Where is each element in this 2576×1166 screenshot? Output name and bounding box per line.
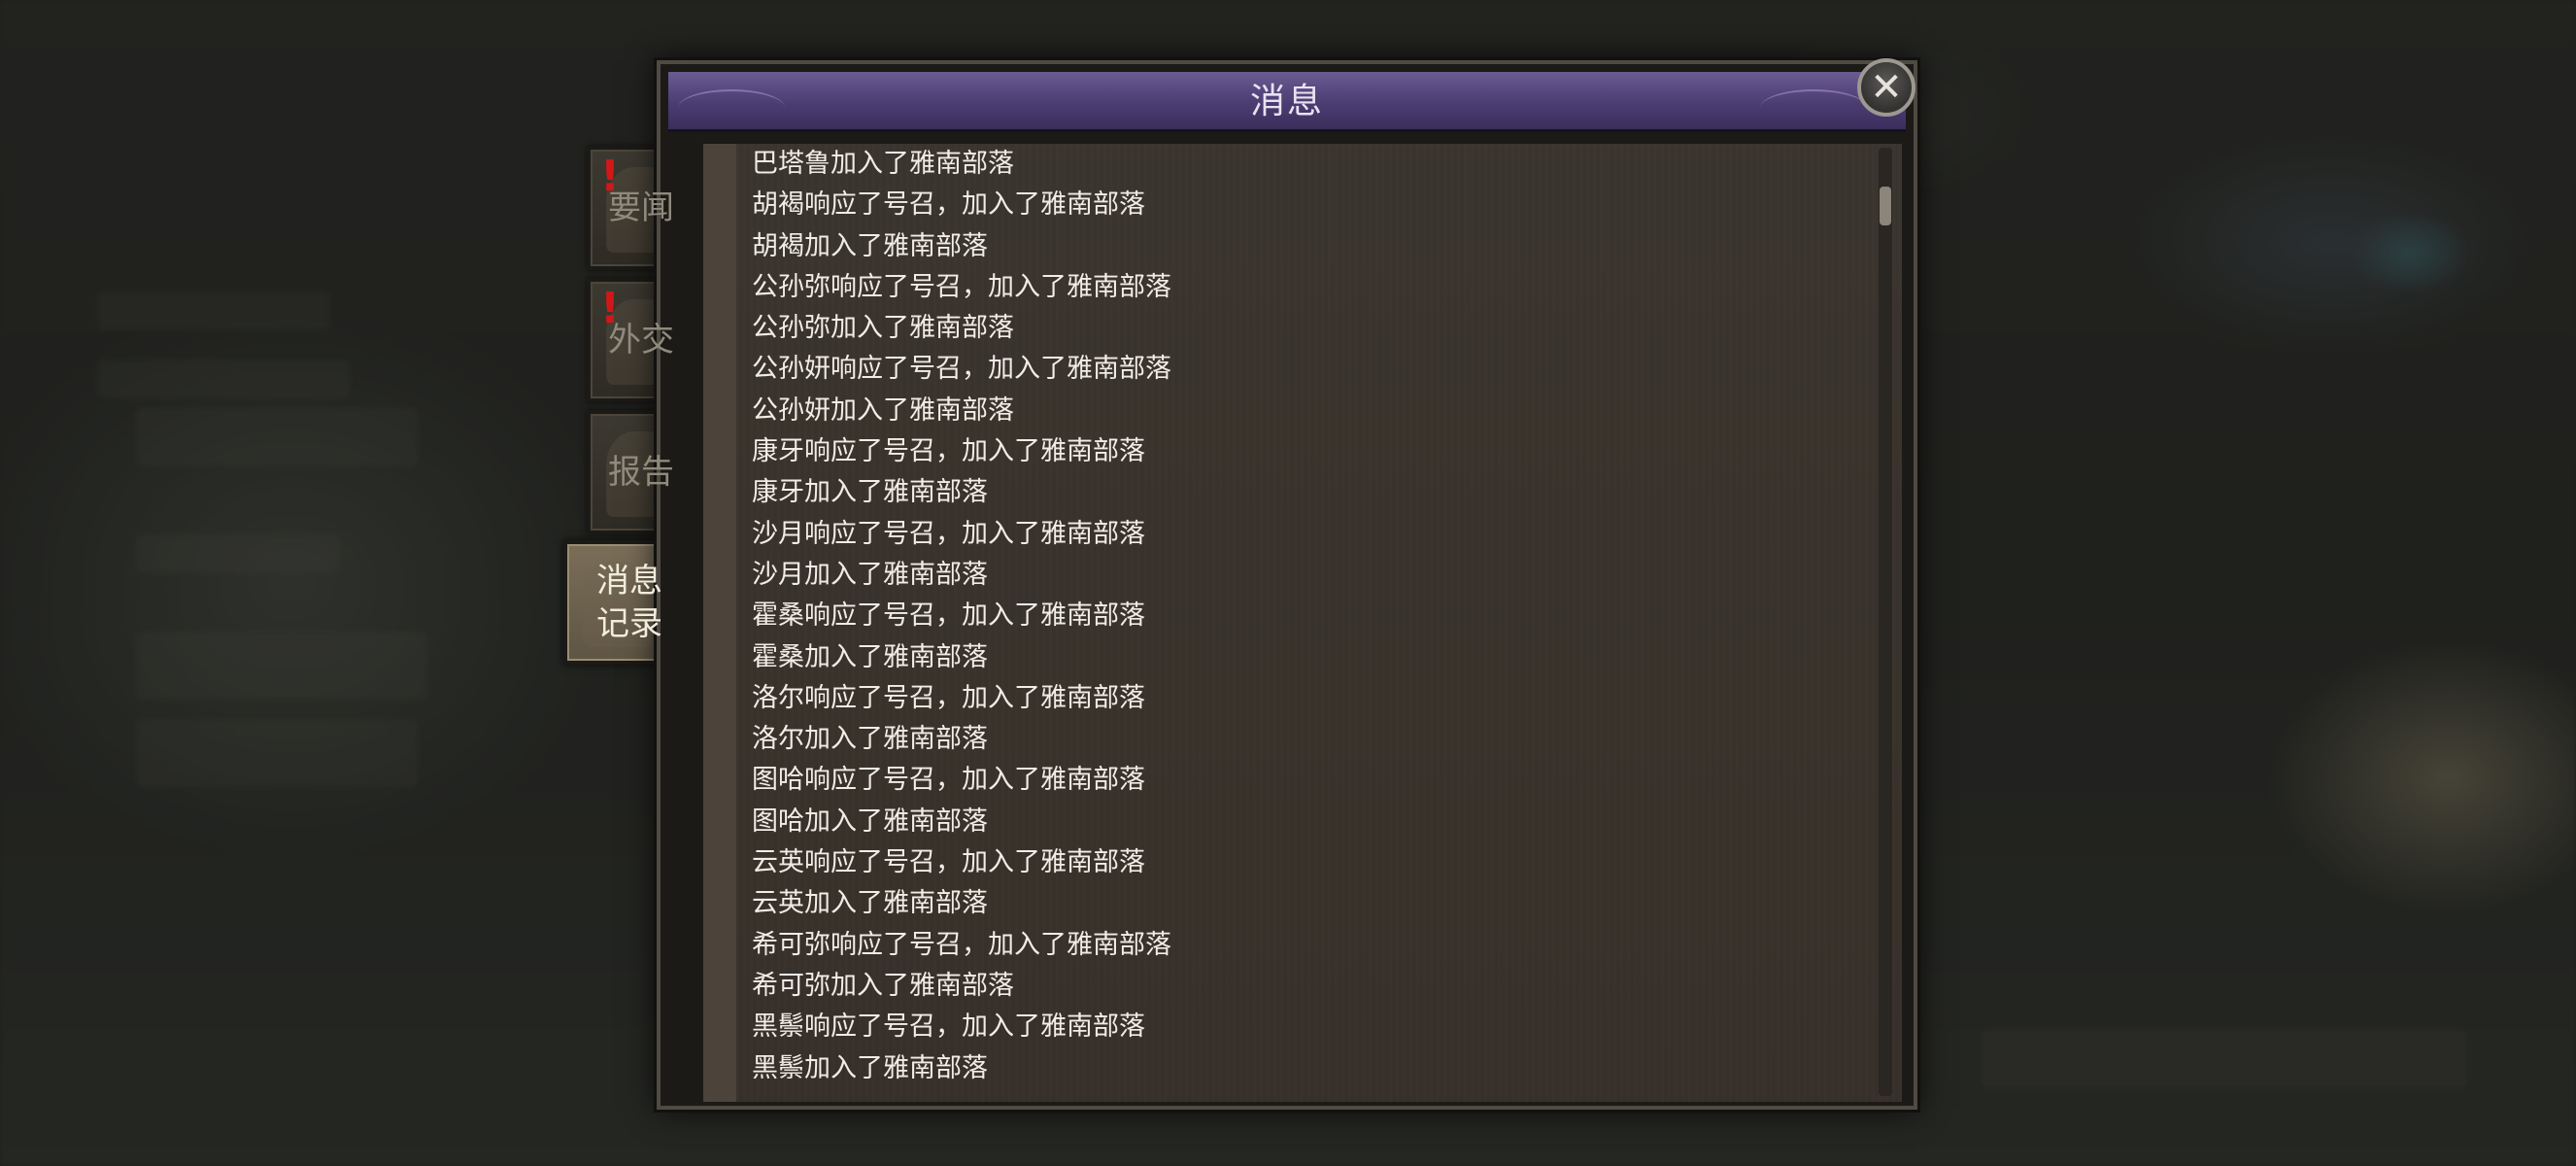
message-item: 云英加入了雅南部落 <box>752 888 988 919</box>
message-log-panel[interactable]: 巴塔鲁加入了雅南部落胡褐响应了号召，加入了雅南部落 胡褐加入了雅南部落公孙弥响应了… <box>703 144 1902 1102</box>
message-item: 康牙加入了雅南部落 <box>752 477 988 508</box>
message-item: 霍桑加入了雅南部落 <box>752 641 988 672</box>
message-item: 公孙妍加入了雅南部落 <box>752 394 1014 426</box>
dialog-title: 消息 <box>1249 82 1324 121</box>
dialog-title-bar: 消息 <box>668 72 1906 132</box>
message-item: 黑鬃响应了号召，加入了雅南部落 <box>752 1012 1145 1043</box>
scrollbar[interactable] <box>1879 148 1892 1096</box>
message-item: 图哈响应了号召，加入了雅南部落 <box>752 765 1145 796</box>
message-item: 洛尔响应了号召，加入了雅南部落 <box>752 682 1145 713</box>
exclamation-icon: ! <box>600 284 621 333</box>
game-screen: ! 要闻 ! 外交 报告 消息 记录 消息 ✕ 巴塔鲁加入了雅南部落 胡褐响应了号召… <box>0 0 2576 1166</box>
message-list: 巴塔鲁加入了雅南部落胡褐响应了号召，加入了雅南部落 胡褐加入了雅南部落公孙弥响应了… <box>752 144 1859 1089</box>
message-item: 希可弥加入了雅南部落 <box>752 970 1014 1001</box>
message-item: 霍桑响应了号召，加入了雅南部落 <box>752 600 1145 632</box>
message-item: 公孙弥响应了号召，加入了雅南部落 <box>752 271 1171 302</box>
message-item: 公孙弥加入了雅南部落 <box>752 313 1014 344</box>
message-item: 沙月加入了雅南部落 <box>752 559 988 590</box>
message-item: 洛尔加入了雅南部落 <box>752 724 988 755</box>
message-dialog: 消息 ✕ 巴塔鲁加入了雅南部落 胡褐响应了号召，加入了雅南部落 胡褐加入了雅南部落公… <box>657 58 1917 1110</box>
message-item: 康牙响应了号召，加入了雅南部落 <box>752 436 1145 467</box>
message-item: 胡褐响应了号召，加入了雅南部落 <box>752 189 1145 221</box>
message-item: 公孙妍响应了号召，加入了雅南部落 <box>752 354 1171 385</box>
close-button[interactable]: ✕ <box>1857 58 1915 117</box>
scrollbar-thumb[interactable] <box>1880 187 1891 225</box>
message-item: 巴塔鲁加入了雅南部落 <box>752 149 1014 179</box>
close-icon: ✕ <box>1870 65 1903 110</box>
exclamation-icon: ! <box>600 152 621 201</box>
message-item: 希可弥响应了号召，加入了雅南部落 <box>752 929 1171 960</box>
message-item: 胡褐加入了雅南部落 <box>752 230 988 261</box>
message-item: 黑鬃加入了雅南部落 <box>752 1052 988 1083</box>
message-item: 云英响应了号召，加入了雅南部落 <box>752 847 1145 878</box>
tab-report-label: 报告 <box>608 453 674 492</box>
message-item: 图哈加入了雅南部落 <box>752 806 988 837</box>
message-item: 沙月响应了号召，加入了雅南部落 <box>752 518 1145 549</box>
tab-message-log-label: 消息 记录 <box>596 562 662 643</box>
